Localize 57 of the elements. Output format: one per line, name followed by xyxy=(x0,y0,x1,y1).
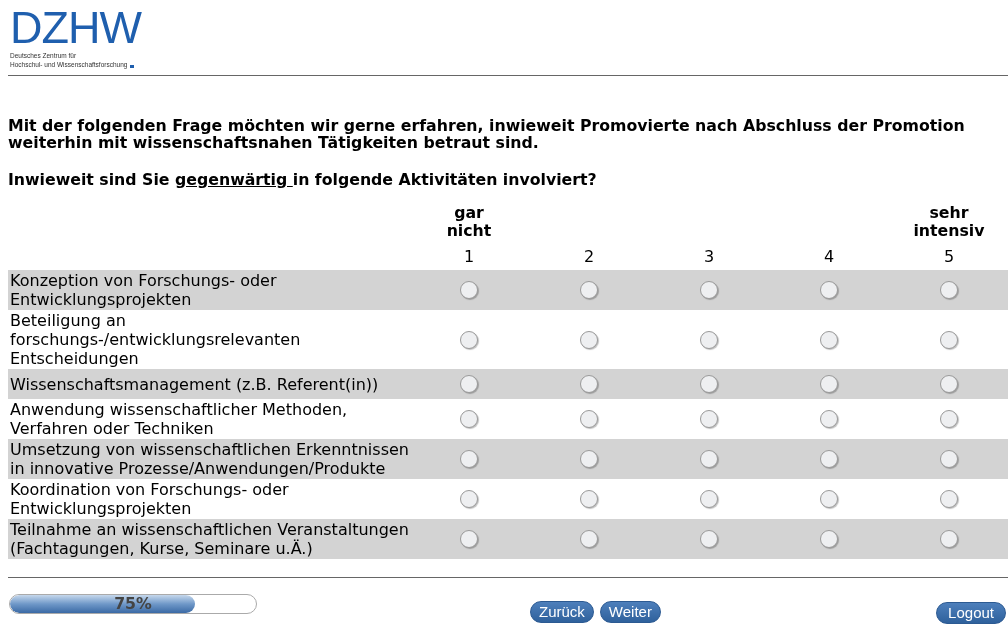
nav-button[interactable]: Zurück xyxy=(530,601,594,623)
item-label: Umsetzung von wissenschaftlichen Erkenntnissen in innovative Prozesse/Anwendungen/Produkte xyxy=(10,440,409,478)
radio-button[interactable] xyxy=(940,530,958,548)
radio-button[interactable] xyxy=(460,330,478,349)
radio-button[interactable] xyxy=(460,375,478,393)
radio-button[interactable] xyxy=(820,281,838,299)
radio-button[interactable] xyxy=(580,330,598,349)
radio-button[interactable] xyxy=(940,450,958,468)
item-label: Teilnahme an wissenschaftlichen Veranstaltungen (Fachtagungen, Kurse, Seminare u.Ä.) xyxy=(10,520,409,558)
radio-button[interactable] xyxy=(580,490,598,508)
nav-button[interactable]: Weiter xyxy=(599,601,661,623)
radio-button[interactable] xyxy=(700,330,718,349)
item-label: Koordination von Forschungs- oder Entwicklungsprojekten xyxy=(10,480,290,518)
intro-text: Mit der folgenden Frage möchten wir gerne erfahren, inwieweit Promovierte nach Abschluss der Promotion weiterhin mit wissenschaftsnahen Tätigkeiten betraut sind. xyxy=(8,117,966,151)
radio-button[interactable] xyxy=(580,530,598,548)
radio-button[interactable] xyxy=(700,410,718,428)
item-label: Wissenschaftsmanagement (z.B. Referent(in)) xyxy=(10,374,380,394)
radio-button[interactable] xyxy=(820,330,838,349)
question-text: Inwieweit sind Sie gegenwärtig in folgende Aktivitäten involviert? xyxy=(8,171,597,188)
scale-number: 4 xyxy=(823,248,835,266)
item-label: Anwendung wissenschaftlicher Methoden, Verfahren oder Techniken xyxy=(10,400,349,438)
radio-button[interactable] xyxy=(940,410,958,428)
radio-button[interactable] xyxy=(460,281,478,299)
radio-button[interactable] xyxy=(700,281,718,299)
radio-button[interactable] xyxy=(820,530,838,548)
scale-number: 5 xyxy=(943,248,955,266)
radio-button[interactable] xyxy=(460,490,478,508)
radio-button[interactable] xyxy=(820,450,838,468)
scale-label: sehr intensiv xyxy=(912,204,986,240)
logo-wordmark: DZHW xyxy=(10,8,141,48)
radio-button[interactable] xyxy=(460,410,478,428)
item-label: Beteiligung an forschungs-/entwicklungsrelevanten Entscheidungen xyxy=(10,311,302,368)
radio-button[interactable] xyxy=(580,410,598,428)
radio-button[interactable] xyxy=(700,490,718,508)
radio-button[interactable] xyxy=(460,530,478,548)
radio-button[interactable] xyxy=(460,450,478,468)
item-label: Konzeption von Forschungs- oder Entwicklungsprojekten xyxy=(10,271,278,309)
radio-button[interactable] xyxy=(820,375,838,393)
square-icon xyxy=(130,65,135,68)
scale-number: 1 xyxy=(463,248,475,266)
scale-number: 2 xyxy=(583,248,595,266)
radio-button[interactable] xyxy=(700,450,718,468)
radio-button[interactable] xyxy=(820,410,838,428)
scale-number: 3 xyxy=(703,248,715,266)
radio-button[interactable] xyxy=(580,281,598,299)
radio-button[interactable] xyxy=(580,450,598,468)
progress-label: 75% xyxy=(114,595,152,613)
radio-button[interactable] xyxy=(940,375,958,393)
logout-button[interactable]: Logout xyxy=(936,602,1006,624)
scale-label: gar nicht xyxy=(445,204,493,240)
radio-button[interactable] xyxy=(700,375,718,393)
radio-button[interactable] xyxy=(820,490,838,508)
radio-button[interactable] xyxy=(940,330,958,349)
radio-button[interactable] xyxy=(580,375,598,393)
radio-button[interactable] xyxy=(940,490,958,508)
radio-button[interactable] xyxy=(940,281,958,299)
radio-button[interactable] xyxy=(700,530,718,548)
